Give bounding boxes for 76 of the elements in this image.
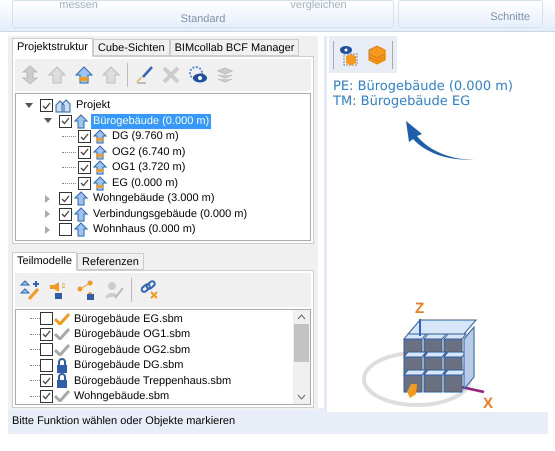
megaphone-lock-icon [48,280,68,300]
ribbon-label: messen [59,0,98,10]
status-text: Bitte Funktion wählen oder Objekte markieren [12,414,236,429]
list-item[interactable]: Bürogebäude OG2.sbm [74,342,190,358]
floor-arrow-icon [93,176,107,191]
tree-item[interactable]: DG (9.760 m) [110,129,181,144]
checkbox[interactable] [78,146,91,159]
tree-item[interactable]: Wohnhaus (0.000 m) [91,222,198,238]
list-item[interactable]: Bürogebäude EG.sbm [74,310,183,328]
checkbox[interactable] [40,390,53,403]
floor-arrow-icon [74,64,94,85]
tab[interactable]: BIMcollab BCF Manager [170,38,300,56]
axis-label: Z [415,301,424,316]
scroll-thumb[interactable] [294,324,309,362]
list-item[interactable]: Wohngebäude.sbm [74,388,170,404]
tab[interactable]: Projektstruktur [12,38,93,57]
cube-icon [366,44,387,66]
list-item[interactable]: Bürogebäude OG1.sbm [74,326,190,343]
checkbox[interactable] [40,374,53,388]
lock-icon [56,373,68,388]
checkbox[interactable] [40,312,53,326]
checkbox[interactable] [40,358,53,372]
floor-arrow-icon [93,160,107,176]
checkbox[interactable] [59,114,72,128]
eye-gear-icon [188,64,208,85]
list-item[interactable]: Bürogebäude Treppenhaus.sbm [74,372,232,390]
tree-item[interactable]: Projekt [74,98,112,114]
tab[interactable]: Cube-Sichten [92,38,170,56]
tree-item[interactable]: EG (0.000 m) [110,176,180,191]
floor-arrow-icon [93,144,107,160]
share-lock-icon [76,280,96,300]
tab[interactable]: Referenzen [77,253,144,270]
eye-cube-icon [339,44,360,66]
check-icon [54,312,70,325]
checkbox[interactable] [40,328,53,341]
arrow-up-icon [74,191,88,206]
ribbon-label: vergleichen [290,0,347,10]
check-icon [54,390,70,402]
checkbox[interactable] [59,223,72,236]
up-arrow-icon [101,64,121,85]
info-text: TM: Bürogebäude EG [333,94,472,109]
floor-arrow-icon [93,129,107,144]
tree-item[interactable]: Wohngebäude (3.000 m) [91,191,216,206]
unlink-icon [139,280,159,300]
check-icon [54,328,70,340]
buildings-icon [55,98,71,113]
tree-item[interactable]: OG1 (3.720 m) [110,160,188,176]
tab[interactable]: Teilmodelle [12,252,78,272]
delete-icon [161,64,181,85]
check-icon [54,344,70,356]
arrow-up-icon [74,222,88,238]
arrows-edit-icon [20,280,40,300]
tree-item[interactable]: OG2 (6.740 m) [110,144,188,160]
checkbox[interactable] [40,343,53,356]
up-arrow-icon [47,64,67,85]
group-label: Standard [180,12,226,26]
checkbox[interactable] [59,208,72,221]
expander-icon[interactable] [24,101,33,110]
checkbox[interactable] [78,176,91,190]
axis-label: X [483,396,494,411]
layers-icon [215,64,235,85]
checkbox[interactable] [78,130,91,144]
checkbox[interactable] [78,161,91,174]
arrow-up-icon [74,114,88,129]
checkbox[interactable] [59,192,72,206]
brush-icon [134,64,154,85]
checkbox[interactable] [40,99,53,112]
lock-icon [56,358,68,373]
tree-item[interactable]: Verbindungsgebäude (0.000 m) [91,206,250,222]
user-edit-icon [104,280,124,300]
scrollbar[interactable] [293,310,310,404]
list-item[interactable]: Bürogebäude DG.sbm [74,357,184,374]
arrow-up-icon [74,206,88,222]
info-text: PE: Bürogebäude (0.000 m) [333,79,514,94]
group-label: Schnitte [490,10,530,24]
move-icon [20,64,40,85]
